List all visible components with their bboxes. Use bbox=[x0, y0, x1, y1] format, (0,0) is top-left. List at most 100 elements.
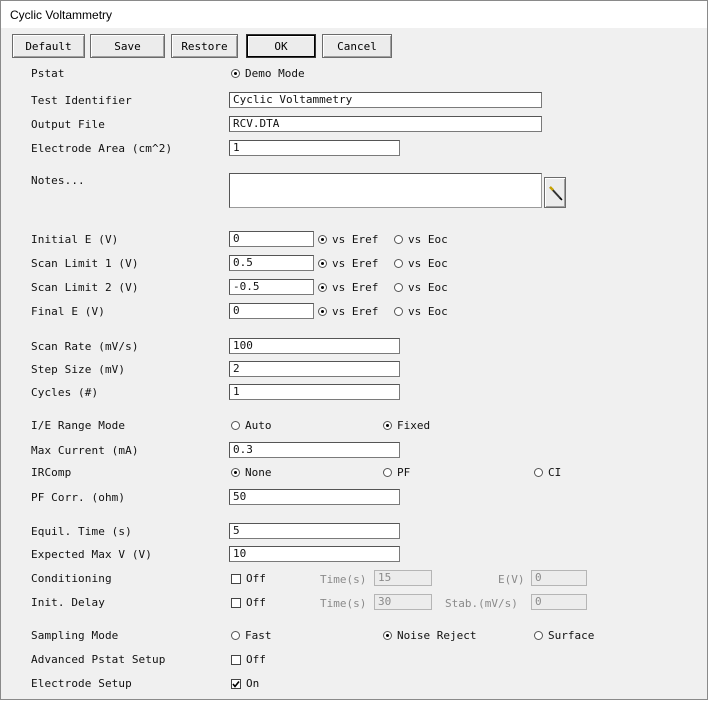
sampling-noise-reject-radio[interactable]: Noise Reject bbox=[383, 629, 476, 642]
cancel-button[interactable]: Cancel bbox=[322, 34, 392, 58]
notes-edit-button[interactable] bbox=[544, 177, 566, 208]
init-delay-time-label: Time(s) bbox=[320, 597, 367, 610]
initial-e-vs-eoc-radio[interactable]: vs Eoc bbox=[394, 233, 448, 246]
checkbox-checked-icon bbox=[231, 678, 241, 689]
test-identifier-input[interactable]: Cyclic Voltammetry bbox=[229, 92, 542, 108]
scan-limit-1-vs-eref-radio[interactable]: vs Eref bbox=[318, 257, 378, 270]
radio-selected-icon bbox=[383, 421, 392, 430]
checkbox-unchecked-icon bbox=[231, 654, 241, 665]
radio-selected-icon bbox=[383, 631, 392, 640]
notes-label: Notes... bbox=[31, 174, 85, 187]
conditioning-checkbox[interactable]: Off bbox=[231, 572, 266, 585]
conditioning-e-input[interactable]: 0 bbox=[531, 570, 587, 586]
init-delay-time-input[interactable]: 30 bbox=[374, 594, 432, 610]
test-identifier-label: Test Identifier bbox=[31, 94, 132, 107]
sampling-fast-radio[interactable]: Fast bbox=[231, 629, 272, 642]
vs-eref-label: vs Eref bbox=[332, 257, 379, 270]
radio-unselected-icon bbox=[231, 631, 240, 640]
ircomp-ci-radio[interactable]: CI bbox=[534, 466, 561, 479]
final-e-input[interactable]: 0 bbox=[229, 303, 314, 319]
final-e-vs-eoc-radio[interactable]: vs Eoc bbox=[394, 305, 448, 318]
radio-selected-icon bbox=[318, 235, 327, 244]
notes-textarea[interactable] bbox=[229, 173, 542, 208]
pf-corr-label: PF Corr. (ohm) bbox=[31, 491, 126, 504]
init-delay-checkbox[interactable]: Off bbox=[231, 596, 266, 609]
scan-limit-1-label: Scan Limit 1 (V) bbox=[31, 257, 139, 270]
conditioning-label: Conditioning bbox=[31, 572, 112, 585]
scan-rate-input[interactable]: 100 bbox=[229, 338, 400, 354]
pstat-demo-mode-radio[interactable]: Demo Mode bbox=[231, 67, 305, 80]
init-delay-stab-input[interactable]: 0 bbox=[531, 594, 587, 610]
restore-button[interactable]: Restore bbox=[171, 34, 238, 58]
conditioning-e-label: E(V) bbox=[498, 573, 525, 586]
cycles-label: Cycles (#) bbox=[31, 386, 99, 399]
title-bar: Cyclic Voltammetry bbox=[1, 1, 707, 28]
vs-eoc-label: vs Eoc bbox=[408, 281, 448, 294]
conditioning-check-label: Off bbox=[246, 572, 266, 585]
ircomp-pf-radio[interactable]: PF bbox=[383, 466, 410, 479]
scan-limit-1-vs-eoc-radio[interactable]: vs Eoc bbox=[394, 257, 448, 270]
initial-e-input[interactable]: 0 bbox=[229, 231, 314, 247]
step-size-input[interactable]: 2 bbox=[229, 361, 400, 377]
initial-e-label: Initial E (V) bbox=[31, 233, 119, 246]
ircomp-none-radio[interactable]: None bbox=[231, 466, 272, 479]
ok-button[interactable]: OK bbox=[246, 34, 316, 58]
ie-range-fixed-radio[interactable]: Fixed bbox=[383, 419, 430, 432]
radio-selected-icon bbox=[318, 259, 327, 268]
vs-eref-label: vs Eref bbox=[332, 305, 379, 318]
radio-selected-icon bbox=[231, 69, 240, 78]
expected-max-v-label: Expected Max V (V) bbox=[31, 548, 153, 561]
output-file-label: Output File bbox=[31, 118, 105, 131]
vs-eoc-label: vs Eoc bbox=[408, 257, 448, 270]
ircomp-label: IRComp bbox=[31, 466, 72, 479]
output-file-input[interactable]: RCV.DTA bbox=[229, 116, 542, 132]
radio-unselected-icon bbox=[394, 283, 403, 292]
checkbox-unchecked-icon bbox=[231, 597, 241, 608]
electrode-setup-checkbox[interactable]: On bbox=[231, 677, 259, 690]
scan-limit-1-input[interactable]: 0.5 bbox=[229, 255, 314, 271]
final-e-label: Final E (V) bbox=[31, 305, 105, 318]
sampling-fast-label: Fast bbox=[245, 629, 272, 642]
save-button[interactable]: Save bbox=[90, 34, 165, 58]
expected-max-v-input[interactable]: 10 bbox=[229, 546, 400, 562]
radio-selected-icon bbox=[231, 468, 240, 477]
scan-limit-2-label: Scan Limit 2 (V) bbox=[31, 281, 139, 294]
vs-eref-label: vs Eref bbox=[332, 281, 379, 294]
init-delay-stab-label: Stab.(mV/s) bbox=[445, 597, 518, 610]
ircomp-pf-label: PF bbox=[397, 466, 411, 479]
advanced-pstat-setup-label: Advanced Pstat Setup bbox=[31, 653, 166, 666]
checkbox-unchecked-icon bbox=[231, 573, 241, 584]
init-delay-check-label: Off bbox=[246, 596, 266, 609]
cycles-input[interactable]: 1 bbox=[229, 384, 400, 400]
final-e-vs-eref-radio[interactable]: vs Eref bbox=[318, 305, 378, 318]
electrode-setup-check-label: On bbox=[246, 677, 260, 690]
sampling-surface-radio[interactable]: Surface bbox=[534, 629, 594, 642]
ircomp-none-label: None bbox=[245, 466, 272, 479]
radio-unselected-icon bbox=[394, 307, 403, 316]
vs-eoc-label: vs Eoc bbox=[408, 305, 448, 318]
pf-corr-input[interactable]: 50 bbox=[229, 489, 400, 505]
default-button[interactable]: Default bbox=[12, 34, 85, 58]
radio-unselected-icon bbox=[394, 259, 403, 268]
pen-icon bbox=[549, 186, 563, 201]
step-size-label: Step Size (mV) bbox=[31, 363, 126, 376]
pstat-demo-mode-label: Demo Mode bbox=[245, 67, 305, 80]
scan-limit-2-vs-eoc-radio[interactable]: vs Eoc bbox=[394, 281, 448, 294]
vs-eref-label: vs Eref bbox=[332, 233, 379, 246]
initial-e-vs-eref-radio[interactable]: vs Eref bbox=[318, 233, 378, 246]
advanced-pstat-setup-checkbox[interactable]: Off bbox=[231, 653, 266, 666]
conditioning-time-label: Time(s) bbox=[320, 573, 367, 586]
ie-range-auto-label: Auto bbox=[245, 419, 272, 432]
conditioning-time-input[interactable]: 15 bbox=[374, 570, 432, 586]
sampling-surface-label: Surface bbox=[548, 629, 595, 642]
scan-limit-2-vs-eref-radio[interactable]: vs Eref bbox=[318, 281, 378, 294]
scan-rate-label: Scan Rate (mV/s) bbox=[31, 340, 139, 353]
ie-range-auto-radio[interactable]: Auto bbox=[231, 419, 272, 432]
max-current-input[interactable]: 0.3 bbox=[229, 442, 400, 458]
electrode-area-input[interactable]: 1 bbox=[229, 140, 400, 156]
ircomp-ci-label: CI bbox=[548, 466, 562, 479]
sampling-mode-label: Sampling Mode bbox=[31, 629, 119, 642]
equil-time-input[interactable]: 5 bbox=[229, 523, 400, 539]
scan-limit-2-input[interactable]: -0.5 bbox=[229, 279, 314, 295]
init-delay-label: Init. Delay bbox=[31, 596, 105, 609]
